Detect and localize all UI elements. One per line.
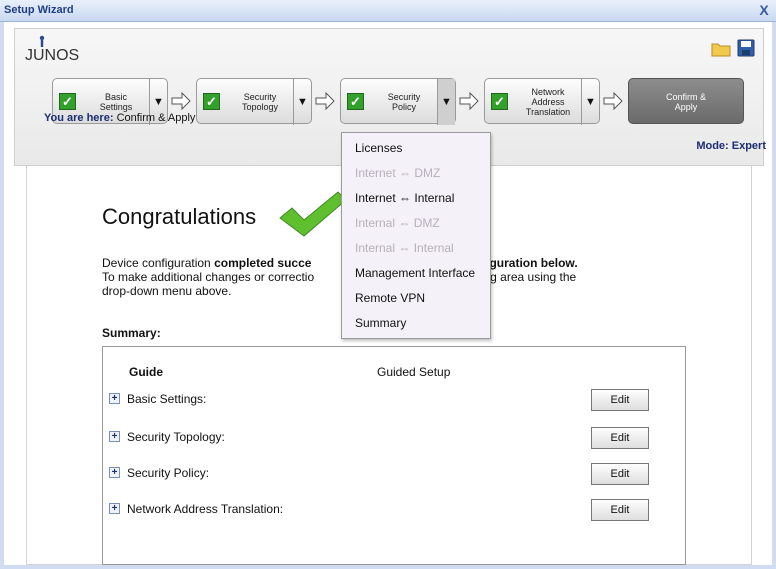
arrow-right-icon: [315, 91, 335, 111]
save-icon[interactable]: [737, 39, 755, 57]
column-header-guide: Guide: [129, 365, 164, 379]
menu-item-licenses[interactable]: Licenses: [355, 141, 402, 155]
row-label: Security Topology:: [127, 430, 225, 444]
menu-item-management-interface[interactable]: Management Interface: [355, 266, 475, 280]
chevron-down-icon[interactable]: ▼: [581, 79, 599, 125]
row-label: Basic Settings:: [127, 392, 207, 406]
logo-mark-icon: [39, 35, 45, 47]
edit-button[interactable]: Edit: [591, 427, 649, 449]
step-label: Security Topology: [241, 92, 279, 112]
checkmark-icon: ✓: [203, 93, 220, 110]
chevron-down-icon[interactable]: ▼: [437, 79, 455, 125]
edit-button[interactable]: Edit: [591, 389, 649, 411]
step-network-address-translation[interactable]: ✓ Network Address Translation ▼: [484, 78, 600, 125]
edit-button[interactable]: Edit: [591, 463, 649, 485]
table-row: + Security Policy: Edit: [109, 463, 679, 485]
mode-indicator: Mode: Expert: [696, 140, 766, 152]
summary-label: Summary:: [102, 326, 161, 340]
step-confirm-apply[interactable]: Confirm & Apply: [628, 78, 744, 124]
security-policy-dropdown-menu: Licenses Internet ⇔ DMZ Internet ⇔ Inter…: [341, 132, 491, 339]
row-label: Network Address Translation:: [127, 502, 284, 516]
table-row: + Network Address Translation: Edit: [109, 499, 679, 521]
arrow-right-icon: [171, 91, 191, 111]
step-security-topology[interactable]: ✓ Security Topology ▼: [196, 78, 312, 125]
expand-plus-icon[interactable]: +: [109, 503, 120, 514]
menu-item-internet-dmz: Internet ⇔ DMZ: [355, 166, 441, 180]
edit-button[interactable]: Edit: [591, 499, 649, 521]
logo-text: JUNOS: [25, 47, 80, 64]
checkmark-icon: ✓: [59, 93, 76, 110]
checkmark-icon: ✓: [491, 93, 508, 110]
step-label: Confirm & Apply: [665, 92, 706, 112]
page-title: Congratulations: [102, 204, 257, 229]
arrow-right-icon: [459, 91, 479, 111]
breadcrumb: You are here: Confirm & Apply: [44, 112, 195, 124]
column-header-guided-setup: Guided Setup: [377, 365, 451, 379]
folder-icon[interactable]: [711, 41, 731, 57]
table-row: + Security Topology: Edit: [109, 427, 679, 449]
menu-item-summary[interactable]: Summary: [355, 316, 406, 330]
summary-table: Guide Guided Setup + Basic Settings: Edi…: [102, 346, 686, 565]
step-security-policy[interactable]: ✓ Security Policy ▼: [340, 78, 456, 125]
window-title: Setup Wizard: [4, 4, 74, 16]
junos-logo: JUNOS: [25, 35, 85, 65]
menu-item-remote-vpn[interactable]: Remote VPN: [355, 291, 425, 305]
arrow-right-icon: [603, 91, 623, 111]
chevron-down-icon[interactable]: ▼: [293, 79, 311, 125]
menu-item-internal-internal: Internal ⇔ Internal: [355, 241, 454, 255]
close-icon[interactable]: X: [756, 2, 772, 18]
expand-plus-icon[interactable]: +: [109, 467, 120, 478]
breadcrumb-current: Confirm & Apply: [116, 112, 196, 124]
step-label: Network Address Translation: [525, 87, 571, 117]
expand-plus-icon[interactable]: +: [109, 431, 120, 442]
row-label: Security Policy:: [127, 466, 210, 480]
window-titlebar: Setup Wizard X: [0, 0, 776, 22]
table-row: + Basic Settings: Edit: [109, 389, 679, 411]
menu-item-internet-internal[interactable]: Internet ⇔ Internal: [355, 191, 454, 205]
step-label: Security Policy: [387, 92, 421, 112]
menu-item-internal-dmz: Internal ⇔ DMZ: [355, 216, 440, 230]
checkmark-icon: ✓: [347, 93, 364, 110]
expand-plus-icon[interactable]: +: [109, 393, 120, 404]
breadcrumb-prefix: You are here:: [44, 112, 114, 124]
success-checkmark-icon: [279, 191, 347, 237]
